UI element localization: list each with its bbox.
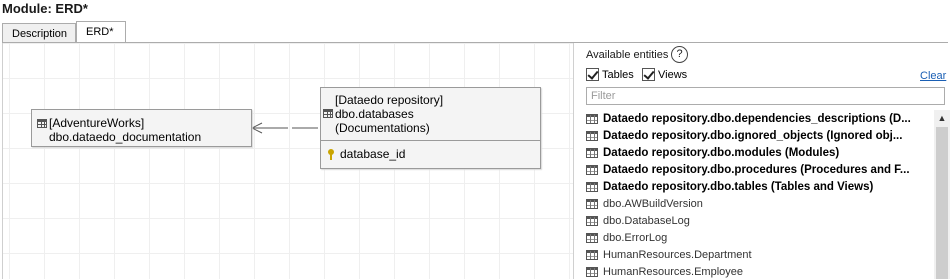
available-entities-label: Available entities: [586, 49, 669, 61]
clear-link[interactable]: Clear: [920, 70, 946, 82]
key-icon: [328, 148, 334, 160]
entities-list[interactable]: Dataedo repository.dbo.dependencies_desc…: [586, 110, 932, 279]
list-item-label: Dataedo repository.dbo.tables (Tables an…: [603, 180, 874, 193]
views-checkbox[interactable]: [642, 68, 655, 81]
list-item-label: HumanResources.Employee: [603, 265, 744, 278]
list-item[interactable]: HumanResources.Employee: [586, 263, 932, 279]
list-item[interactable]: Dataedo repository.dbo.procedures (Proce…: [586, 161, 932, 178]
table-icon: [323, 109, 333, 118]
entity-database-name: [Dataedo repository]: [335, 93, 444, 107]
help-icon[interactable]: ?: [671, 46, 688, 63]
list-item-label: Dataedo repository.dbo.dependencies_desc…: [603, 112, 911, 125]
entity-table-name: dbo.dataedo_documentation: [49, 130, 202, 144]
list-item[interactable]: Dataedo repository.dbo.tables (Tables an…: [586, 178, 932, 195]
list-item-label: HumanResources.Department: [603, 248, 752, 261]
available-entities-panel: Available entities ? Tables Views Clear …: [574, 43, 950, 279]
list-item-label: Dataedo repository.dbo.ignored_objects (…: [603, 129, 903, 142]
list-item[interactable]: dbo.DatabaseLog: [586, 212, 932, 229]
table-icon: [37, 119, 47, 128]
table-icon: [586, 147, 598, 158]
entity-database-name: [AdventureWorks]: [49, 116, 145, 130]
filter-input[interactable]: [586, 87, 945, 105]
tables-checkbox[interactable]: [586, 68, 599, 81]
list-item-label: dbo.AWBuildVersion: [603, 197, 703, 210]
list-item[interactable]: Dataedo repository.dbo.dependencies_desc…: [586, 110, 932, 127]
entity-column-row[interactable]: database_id: [321, 141, 540, 161]
tab-description[interactable]: Description: [2, 23, 76, 43]
list-item-label: dbo.DatabaseLog: [603, 214, 690, 227]
table-icon: [586, 232, 598, 243]
list-item[interactable]: HumanResources.Department: [586, 246, 932, 263]
table-icon: [586, 113, 598, 124]
list-item[interactable]: dbo.AWBuildVersion: [586, 195, 932, 212]
scroll-up-icon[interactable]: ▲: [934, 110, 950, 126]
table-icon: [586, 130, 598, 141]
scrollbar-thumb[interactable]: [936, 127, 948, 279]
list-item-label: Dataedo repository.dbo.procedures (Proce…: [603, 163, 910, 176]
table-icon: [586, 266, 598, 277]
views-checkbox-label: Views: [658, 68, 688, 81]
tables-checkbox-label: Tables: [602, 68, 634, 81]
list-item[interactable]: dbo.ErrorLog: [586, 229, 932, 246]
entity-databases[interactable]: [Dataedo repository] dbo.databases (Docu…: [320, 87, 541, 169]
entity-table-title: (Documentations): [335, 121, 430, 135]
tables-filter[interactable]: Tables: [586, 68, 634, 81]
views-filter[interactable]: Views: [642, 68, 687, 81]
list-scrollbar[interactable]: ▲: [934, 110, 950, 279]
table-icon: [586, 181, 598, 192]
tab-erd[interactable]: ERD*: [76, 21, 126, 43]
table-icon: [586, 215, 598, 226]
entity-table-name: dbo.databases: [335, 107, 414, 121]
table-icon: [586, 164, 598, 175]
list-item-label: dbo.ErrorLog: [603, 231, 668, 244]
list-item[interactable]: Dataedo repository.dbo.modules (Modules): [586, 144, 932, 161]
list-item-label: Dataedo repository.dbo.modules (Modules): [603, 146, 840, 159]
column-name: database_id: [340, 147, 406, 161]
erd-canvas[interactable]: [AdventureWorks] dbo.dataedo_documentati…: [2, 43, 573, 279]
module-title: Module: ERD*: [2, 1, 88, 16]
entity-dataedo-documentation[interactable]: [AdventureWorks] dbo.dataedo_documentati…: [31, 109, 252, 147]
list-item[interactable]: Dataedo repository.dbo.ignored_objects (…: [586, 127, 932, 144]
table-icon: [586, 249, 598, 260]
table-icon: [586, 198, 598, 209]
